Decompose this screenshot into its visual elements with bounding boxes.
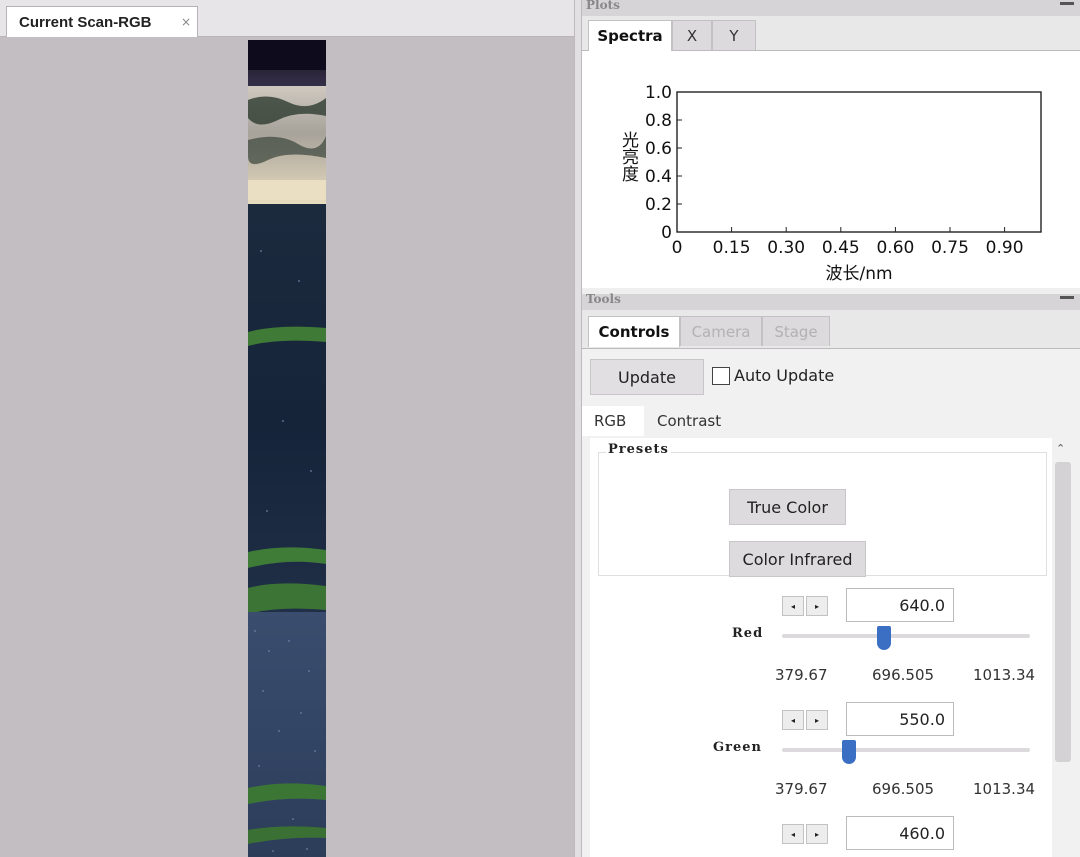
x-tick-label: 0.60 xyxy=(876,238,914,258)
x-axis-label: 波长/nm xyxy=(825,264,892,284)
plots-tabbar: Spectra X Y xyxy=(582,16,1080,51)
green-slider-thumb[interactable] xyxy=(841,740,856,764)
x-tick-label: 0.45 xyxy=(822,238,860,258)
strip-band-lower xyxy=(248,612,326,857)
controls-panel: Update Auto Update RGB Contrast True Col… xyxy=(582,349,1080,857)
auto-update-label[interactable]: Auto Update xyxy=(734,366,834,385)
green-stepper: ◂ ▸ xyxy=(782,710,828,730)
x-tick-label: 0.30 xyxy=(767,238,805,258)
red-max-label: 1013.34 xyxy=(973,666,1036,684)
band-green: ◂ ▸ Green 379.67 696.505 1013.34 xyxy=(590,702,1056,820)
x-tick-label: 0 xyxy=(672,238,683,258)
scrollbar-thumb[interactable] xyxy=(1055,462,1071,762)
green-label: Green xyxy=(713,740,762,755)
y-tick-label: 1.0 xyxy=(645,83,672,103)
close-icon[interactable]: × xyxy=(181,15,191,29)
red-mid-label: 696.505 xyxy=(872,666,935,684)
x-tick-label: 0.75 xyxy=(931,238,969,258)
presets-title: Presets xyxy=(606,442,671,457)
tab-label: Current Scan-RGB xyxy=(19,13,152,31)
color-infrared-button[interactable]: Color Infrared xyxy=(729,541,866,577)
rgb-panel-scrollbar[interactable]: ⌃ xyxy=(1052,438,1072,857)
green-slider-track[interactable] xyxy=(782,748,1030,752)
red-label: Red xyxy=(732,626,764,641)
red-slider-thumb[interactable] xyxy=(876,626,891,650)
y-tick-label: 0.8 xyxy=(645,111,672,131)
pane-splitter[interactable] xyxy=(574,0,582,857)
red-min-label: 379.67 xyxy=(775,666,828,684)
green-step-down-button[interactable]: ◂ xyxy=(782,710,804,730)
tools-tabbar: Controls Camera Stage xyxy=(582,310,1080,349)
tab-y-label: Y xyxy=(729,26,739,45)
tab-y[interactable]: Y xyxy=(712,20,756,50)
blue-step-up-button[interactable]: ▸ xyxy=(806,824,828,844)
tab-camera: Camera xyxy=(680,316,762,346)
tab-stage-label: Stage xyxy=(774,322,818,341)
spectra-plot[interactable]: 0 0.15 0.30 0.45 0.60 0.75 0.90 0 0.2 0.4 0.6 0.8 1.… xyxy=(582,51,1080,288)
band-red: ◂ ▸ Red 379.67 696.505 1013.34 xyxy=(590,588,1056,706)
strip-band-top xyxy=(248,40,326,70)
image-canvas[interactable] xyxy=(0,38,574,857)
y-tick-label: 0.2 xyxy=(645,195,672,215)
plots-dock-label: Plots xyxy=(586,0,620,12)
subtab-rgb[interactable]: RGB xyxy=(582,406,644,436)
dock-float-icon[interactable] xyxy=(1060,2,1074,5)
band-blue: ◂ ▸ xyxy=(590,816,1056,857)
auto-update-checkbox[interactable] xyxy=(712,367,730,385)
tab-camera-label: Camera xyxy=(691,322,751,341)
y-tick-label: 0 xyxy=(661,223,672,243)
dock-float-icon[interactable] xyxy=(1060,296,1074,299)
true-color-button[interactable]: True Color xyxy=(729,489,846,525)
update-button[interactable]: Update xyxy=(590,359,704,395)
green-step-up-button[interactable]: ▸ xyxy=(806,710,828,730)
subtab-contrast[interactable]: Contrast xyxy=(657,406,721,436)
tools-dock-title[interactable]: Tools xyxy=(582,292,1080,310)
x-tick-label: 0.15 xyxy=(713,238,751,258)
red-step-down-button[interactable]: ◂ xyxy=(782,596,804,616)
tab-x[interactable]: X xyxy=(672,20,712,50)
green-value-input[interactable] xyxy=(846,702,954,736)
spectra-chart: 0 0.15 0.30 0.45 0.60 0.75 0.90 0 0.2 0.4 0.6 0.8 1.… xyxy=(618,83,1042,284)
red-step-up-button[interactable]: ▸ xyxy=(806,596,828,616)
green-max-label: 1013.34 xyxy=(973,780,1036,798)
tab-controls-label: Controls xyxy=(598,323,670,341)
plot-frame xyxy=(676,91,1042,233)
scan-view-pane: Current Scan-RGB × xyxy=(0,0,574,857)
plots-dock-title[interactable]: Plots xyxy=(582,0,1080,16)
red-slider-track[interactable] xyxy=(782,634,1030,638)
blue-step-down-button[interactable]: ◂ xyxy=(782,824,804,844)
strip-band-dark xyxy=(248,70,326,86)
tab-stage: Stage xyxy=(762,316,830,346)
red-stepper: ◂ ▸ xyxy=(782,596,828,616)
right-dock: Plots Spectra X Y 0 0.15 0.30 0.45 0.60 0.75 0… xyxy=(582,0,1080,857)
presets-group: True Color Color Infrared xyxy=(598,452,1047,577)
red-value-input[interactable] xyxy=(846,588,954,622)
tab-spectra-label: Spectra xyxy=(597,27,663,45)
subtab-rgb-label: RGB xyxy=(594,412,627,430)
blue-stepper: ◂ ▸ xyxy=(782,824,828,844)
x-tick-label: 0.90 xyxy=(986,238,1024,258)
document-tabbar: Current Scan-RGB × xyxy=(0,0,574,37)
y-axis-label: 光亮度 xyxy=(618,131,639,182)
y-tick-label: 0.6 xyxy=(645,139,672,159)
tools-dock-label: Tools xyxy=(586,292,621,306)
y-tick-label: 0.4 xyxy=(645,167,672,187)
scan-image xyxy=(248,40,326,857)
rgb-settings-panel: True Color Color Infrared Presets ◂ ▸ Re… xyxy=(590,438,1056,857)
subtab-contrast-label: Contrast xyxy=(657,412,722,430)
tab-controls[interactable]: Controls xyxy=(588,316,680,347)
tab-spectra[interactable]: Spectra xyxy=(588,20,672,51)
blue-value-input[interactable] xyxy=(846,816,954,850)
green-mid-label: 696.505 xyxy=(872,780,935,798)
green-min-label: 379.67 xyxy=(775,780,828,798)
scroll-up-icon[interactable]: ⌃ xyxy=(1056,442,1065,455)
tab-x-label: X xyxy=(686,26,698,45)
tab-current-scan-rgb[interactable]: Current Scan-RGB × xyxy=(6,6,198,37)
